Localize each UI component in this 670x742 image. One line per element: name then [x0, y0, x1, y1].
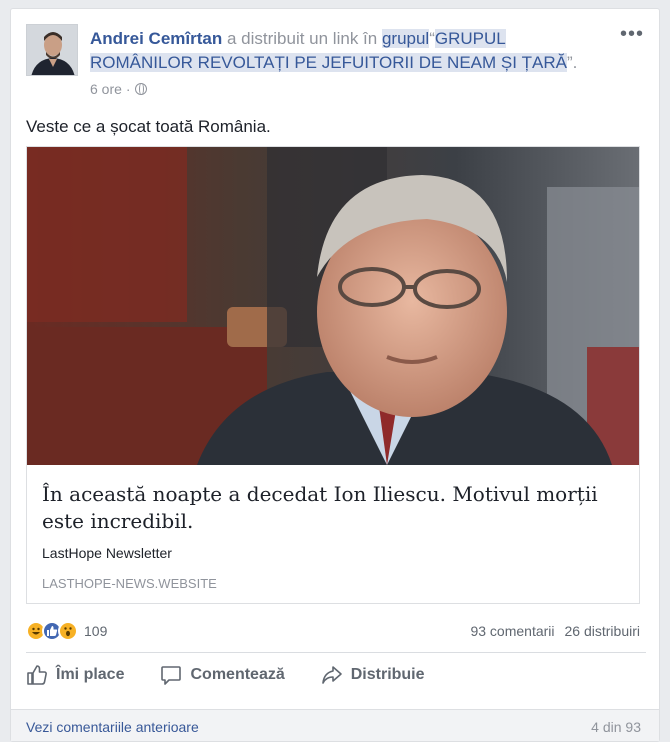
action-bar: Îmi place Comentează Distribuie [26, 664, 425, 686]
share-label: Distribuie [350, 666, 425, 683]
comment-label: Comentează [190, 666, 285, 683]
group-link-word[interactable]: grupul [381, 29, 430, 48]
avatar[interactable] [26, 24, 78, 76]
comments-footer: Vezi comentariile anterioare 4 din 93 [11, 709, 659, 741]
action-text: a distribuit un link în [222, 29, 382, 48]
post-text: Veste ce a șocat toată România. [26, 117, 271, 136]
reactions-summary[interactable]: 109 [26, 621, 107, 641]
post-stats: 93 comentarii 26 distribuiri [470, 623, 640, 639]
link-description: LastHope Newsletter [42, 545, 172, 561]
comment-icon [161, 666, 182, 685]
ellipsis-icon[interactable]: ••• [620, 23, 644, 46]
post-card: Andrei Cemîrtan a distribuit un link în … [10, 8, 660, 742]
author-name[interactable]: Andrei Cemîrtan [90, 29, 222, 48]
comment-count[interactable]: 93 comentarii [470, 623, 554, 639]
thumbs-up-icon [27, 665, 47, 685]
share-button[interactable]: Distribuie [321, 664, 425, 686]
post-meta: 6 ore · [90, 81, 147, 97]
view-previous-comments-link[interactable]: Vezi comentariile anterioare [26, 719, 199, 735]
divider [26, 652, 646, 653]
link-image[interactable] [27, 147, 639, 465]
reaction-count[interactable]: 109 [84, 623, 107, 639]
like-button[interactable]: Îmi place [26, 664, 124, 686]
link-preview[interactable]: În această noapte a decedat Ion Iliescu.… [26, 146, 640, 604]
comment-button[interactable]: Comentează [160, 664, 285, 686]
post-timestamp[interactable]: 6 ore [90, 81, 122, 97]
globe-icon[interactable] [134, 82, 147, 95]
share-count[interactable]: 26 distribuiri [565, 623, 640, 639]
link-title[interactable]: În această noapte a decedat Ion Iliescu.… [42, 481, 627, 535]
like-label: Îmi place [56, 666, 125, 683]
post-header: Andrei Cemîrtan a distribuit un link în … [90, 27, 610, 75]
meta-separator: · [125, 81, 131, 97]
comments-pager: 4 din 93 [591, 719, 641, 735]
wow-icon [58, 621, 78, 641]
avatar-photo [27, 25, 77, 75]
link-domain: LASTHOPE-NEWS.WEBSITE [42, 576, 217, 591]
share-icon [321, 666, 342, 684]
quote-close: ”. [567, 53, 578, 72]
